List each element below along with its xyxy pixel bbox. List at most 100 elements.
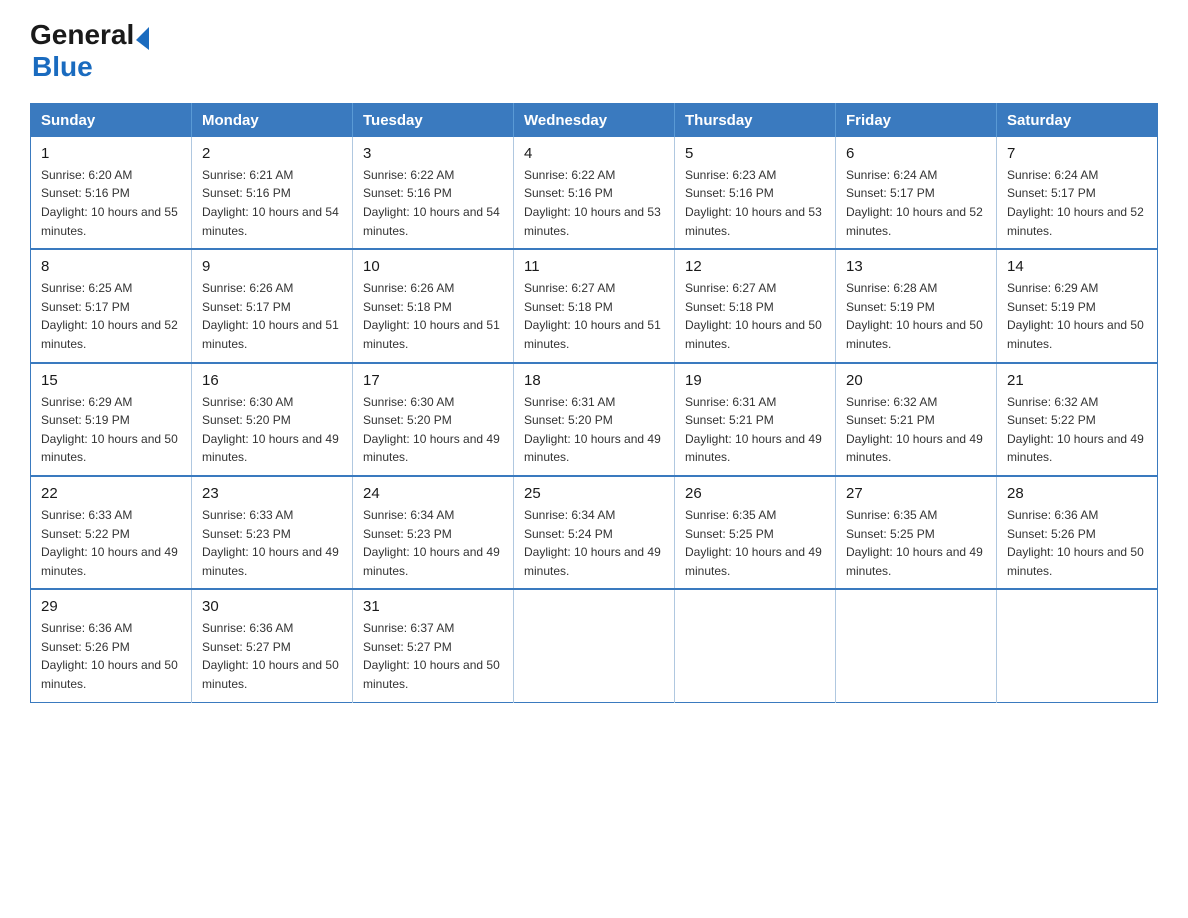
calendar-cell: 24 Sunrise: 6:34 AM Sunset: 5:23 PM Dayl… (353, 476, 514, 589)
day-number: 6 (846, 145, 986, 162)
day-number: 15 (41, 372, 181, 389)
calendar-cell: 14 Sunrise: 6:29 AM Sunset: 5:19 PM Dayl… (997, 249, 1158, 362)
calendar-cell: 8 Sunrise: 6:25 AM Sunset: 5:17 PM Dayli… (31, 249, 192, 362)
weekday-header-saturday: Saturday (997, 103, 1158, 137)
day-info: Sunrise: 6:34 AM Sunset: 5:24 PM Dayligh… (524, 506, 664, 580)
day-number: 8 (41, 258, 181, 275)
day-info: Sunrise: 6:31 AM Sunset: 5:21 PM Dayligh… (685, 393, 825, 467)
calendar-cell: 3 Sunrise: 6:22 AM Sunset: 5:16 PM Dayli… (353, 137, 514, 249)
calendar-cell (997, 589, 1158, 702)
day-info: Sunrise: 6:29 AM Sunset: 5:19 PM Dayligh… (1007, 279, 1147, 353)
day-info: Sunrise: 6:21 AM Sunset: 5:16 PM Dayligh… (202, 166, 342, 240)
day-number: 26 (685, 485, 825, 502)
day-info: Sunrise: 6:26 AM Sunset: 5:18 PM Dayligh… (363, 279, 503, 353)
day-number: 4 (524, 145, 664, 162)
day-number: 11 (524, 258, 664, 275)
logo-general: General (30, 20, 134, 51)
calendar-cell: 26 Sunrise: 6:35 AM Sunset: 5:25 PM Dayl… (675, 476, 836, 589)
day-number: 3 (363, 145, 503, 162)
day-info: Sunrise: 6:32 AM Sunset: 5:21 PM Dayligh… (846, 393, 986, 467)
day-info: Sunrise: 6:36 AM Sunset: 5:26 PM Dayligh… (41, 619, 181, 693)
calendar-cell: 20 Sunrise: 6:32 AM Sunset: 5:21 PM Dayl… (836, 363, 997, 476)
day-number: 16 (202, 372, 342, 389)
day-number: 12 (685, 258, 825, 275)
calendar-cell: 19 Sunrise: 6:31 AM Sunset: 5:21 PM Dayl… (675, 363, 836, 476)
weekday-header-monday: Monday (192, 103, 353, 137)
day-info: Sunrise: 6:26 AM Sunset: 5:17 PM Dayligh… (202, 279, 342, 353)
day-number: 31 (363, 598, 503, 615)
day-info: Sunrise: 6:36 AM Sunset: 5:26 PM Dayligh… (1007, 506, 1147, 580)
day-number: 19 (685, 372, 825, 389)
day-info: Sunrise: 6:33 AM Sunset: 5:23 PM Dayligh… (202, 506, 342, 580)
day-number: 7 (1007, 145, 1147, 162)
calendar-header-row: SundayMondayTuesdayWednesdayThursdayFrid… (31, 103, 1158, 137)
calendar-cell: 18 Sunrise: 6:31 AM Sunset: 5:20 PM Dayl… (514, 363, 675, 476)
day-number: 29 (41, 598, 181, 615)
calendar-cell (675, 589, 836, 702)
day-info: Sunrise: 6:37 AM Sunset: 5:27 PM Dayligh… (363, 619, 503, 693)
calendar-cell: 15 Sunrise: 6:29 AM Sunset: 5:19 PM Dayl… (31, 363, 192, 476)
day-info: Sunrise: 6:28 AM Sunset: 5:19 PM Dayligh… (846, 279, 986, 353)
day-info: Sunrise: 6:33 AM Sunset: 5:22 PM Dayligh… (41, 506, 181, 580)
day-number: 18 (524, 372, 664, 389)
day-info: Sunrise: 6:20 AM Sunset: 5:16 PM Dayligh… (41, 166, 181, 240)
day-info: Sunrise: 6:31 AM Sunset: 5:20 PM Dayligh… (524, 393, 664, 467)
day-number: 20 (846, 372, 986, 389)
day-number: 2 (202, 145, 342, 162)
calendar-cell: 31 Sunrise: 6:37 AM Sunset: 5:27 PM Dayl… (353, 589, 514, 702)
day-number: 27 (846, 485, 986, 502)
day-info: Sunrise: 6:34 AM Sunset: 5:23 PM Dayligh… (363, 506, 503, 580)
calendar-cell: 1 Sunrise: 6:20 AM Sunset: 5:16 PM Dayli… (31, 137, 192, 249)
calendar-week-row: 22 Sunrise: 6:33 AM Sunset: 5:22 PM Dayl… (31, 476, 1158, 589)
calendar-week-row: 29 Sunrise: 6:36 AM Sunset: 5:26 PM Dayl… (31, 589, 1158, 702)
calendar-cell: 28 Sunrise: 6:36 AM Sunset: 5:26 PM Dayl… (997, 476, 1158, 589)
day-number: 23 (202, 485, 342, 502)
calendar-cell: 2 Sunrise: 6:21 AM Sunset: 5:16 PM Dayli… (192, 137, 353, 249)
day-info: Sunrise: 6:24 AM Sunset: 5:17 PM Dayligh… (1007, 166, 1147, 240)
calendar-cell: 13 Sunrise: 6:28 AM Sunset: 5:19 PM Dayl… (836, 249, 997, 362)
calendar-cell: 7 Sunrise: 6:24 AM Sunset: 5:17 PM Dayli… (997, 137, 1158, 249)
day-info: Sunrise: 6:22 AM Sunset: 5:16 PM Dayligh… (363, 166, 503, 240)
calendar-cell: 16 Sunrise: 6:30 AM Sunset: 5:20 PM Dayl… (192, 363, 353, 476)
calendar-cell (836, 589, 997, 702)
day-number: 24 (363, 485, 503, 502)
calendar-cell: 11 Sunrise: 6:27 AM Sunset: 5:18 PM Dayl… (514, 249, 675, 362)
logo: General Blue (30, 20, 149, 83)
day-number: 21 (1007, 372, 1147, 389)
calendar-cell: 9 Sunrise: 6:26 AM Sunset: 5:17 PM Dayli… (192, 249, 353, 362)
day-info: Sunrise: 6:27 AM Sunset: 5:18 PM Dayligh… (685, 279, 825, 353)
day-number: 30 (202, 598, 342, 615)
day-info: Sunrise: 6:36 AM Sunset: 5:27 PM Dayligh… (202, 619, 342, 693)
weekday-header-sunday: Sunday (31, 103, 192, 137)
day-number: 1 (41, 145, 181, 162)
day-info: Sunrise: 6:29 AM Sunset: 5:19 PM Dayligh… (41, 393, 181, 467)
calendar-cell: 23 Sunrise: 6:33 AM Sunset: 5:23 PM Dayl… (192, 476, 353, 589)
day-number: 17 (363, 372, 503, 389)
logo-blue: Blue (32, 51, 149, 83)
day-info: Sunrise: 6:30 AM Sunset: 5:20 PM Dayligh… (202, 393, 342, 467)
day-number: 13 (846, 258, 986, 275)
calendar-cell: 30 Sunrise: 6:36 AM Sunset: 5:27 PM Dayl… (192, 589, 353, 702)
calendar-cell: 29 Sunrise: 6:36 AM Sunset: 5:26 PM Dayl… (31, 589, 192, 702)
calendar-cell: 22 Sunrise: 6:33 AM Sunset: 5:22 PM Dayl… (31, 476, 192, 589)
day-info: Sunrise: 6:35 AM Sunset: 5:25 PM Dayligh… (846, 506, 986, 580)
day-info: Sunrise: 6:23 AM Sunset: 5:16 PM Dayligh… (685, 166, 825, 240)
calendar-cell: 5 Sunrise: 6:23 AM Sunset: 5:16 PM Dayli… (675, 137, 836, 249)
calendar-table: SundayMondayTuesdayWednesdayThursdayFrid… (30, 103, 1158, 703)
day-info: Sunrise: 6:27 AM Sunset: 5:18 PM Dayligh… (524, 279, 664, 353)
calendar-week-row: 8 Sunrise: 6:25 AM Sunset: 5:17 PM Dayli… (31, 249, 1158, 362)
weekday-header-wednesday: Wednesday (514, 103, 675, 137)
calendar-cell: 4 Sunrise: 6:22 AM Sunset: 5:16 PM Dayli… (514, 137, 675, 249)
day-info: Sunrise: 6:22 AM Sunset: 5:16 PM Dayligh… (524, 166, 664, 240)
calendar-week-row: 15 Sunrise: 6:29 AM Sunset: 5:19 PM Dayl… (31, 363, 1158, 476)
calendar-cell: 6 Sunrise: 6:24 AM Sunset: 5:17 PM Dayli… (836, 137, 997, 249)
calendar-cell (514, 589, 675, 702)
page-header: General Blue (30, 20, 1158, 83)
day-number: 22 (41, 485, 181, 502)
day-number: 5 (685, 145, 825, 162)
day-number: 14 (1007, 258, 1147, 275)
calendar-cell: 25 Sunrise: 6:34 AM Sunset: 5:24 PM Dayl… (514, 476, 675, 589)
calendar-cell: 17 Sunrise: 6:30 AM Sunset: 5:20 PM Dayl… (353, 363, 514, 476)
weekday-header-tuesday: Tuesday (353, 103, 514, 137)
day-number: 25 (524, 485, 664, 502)
